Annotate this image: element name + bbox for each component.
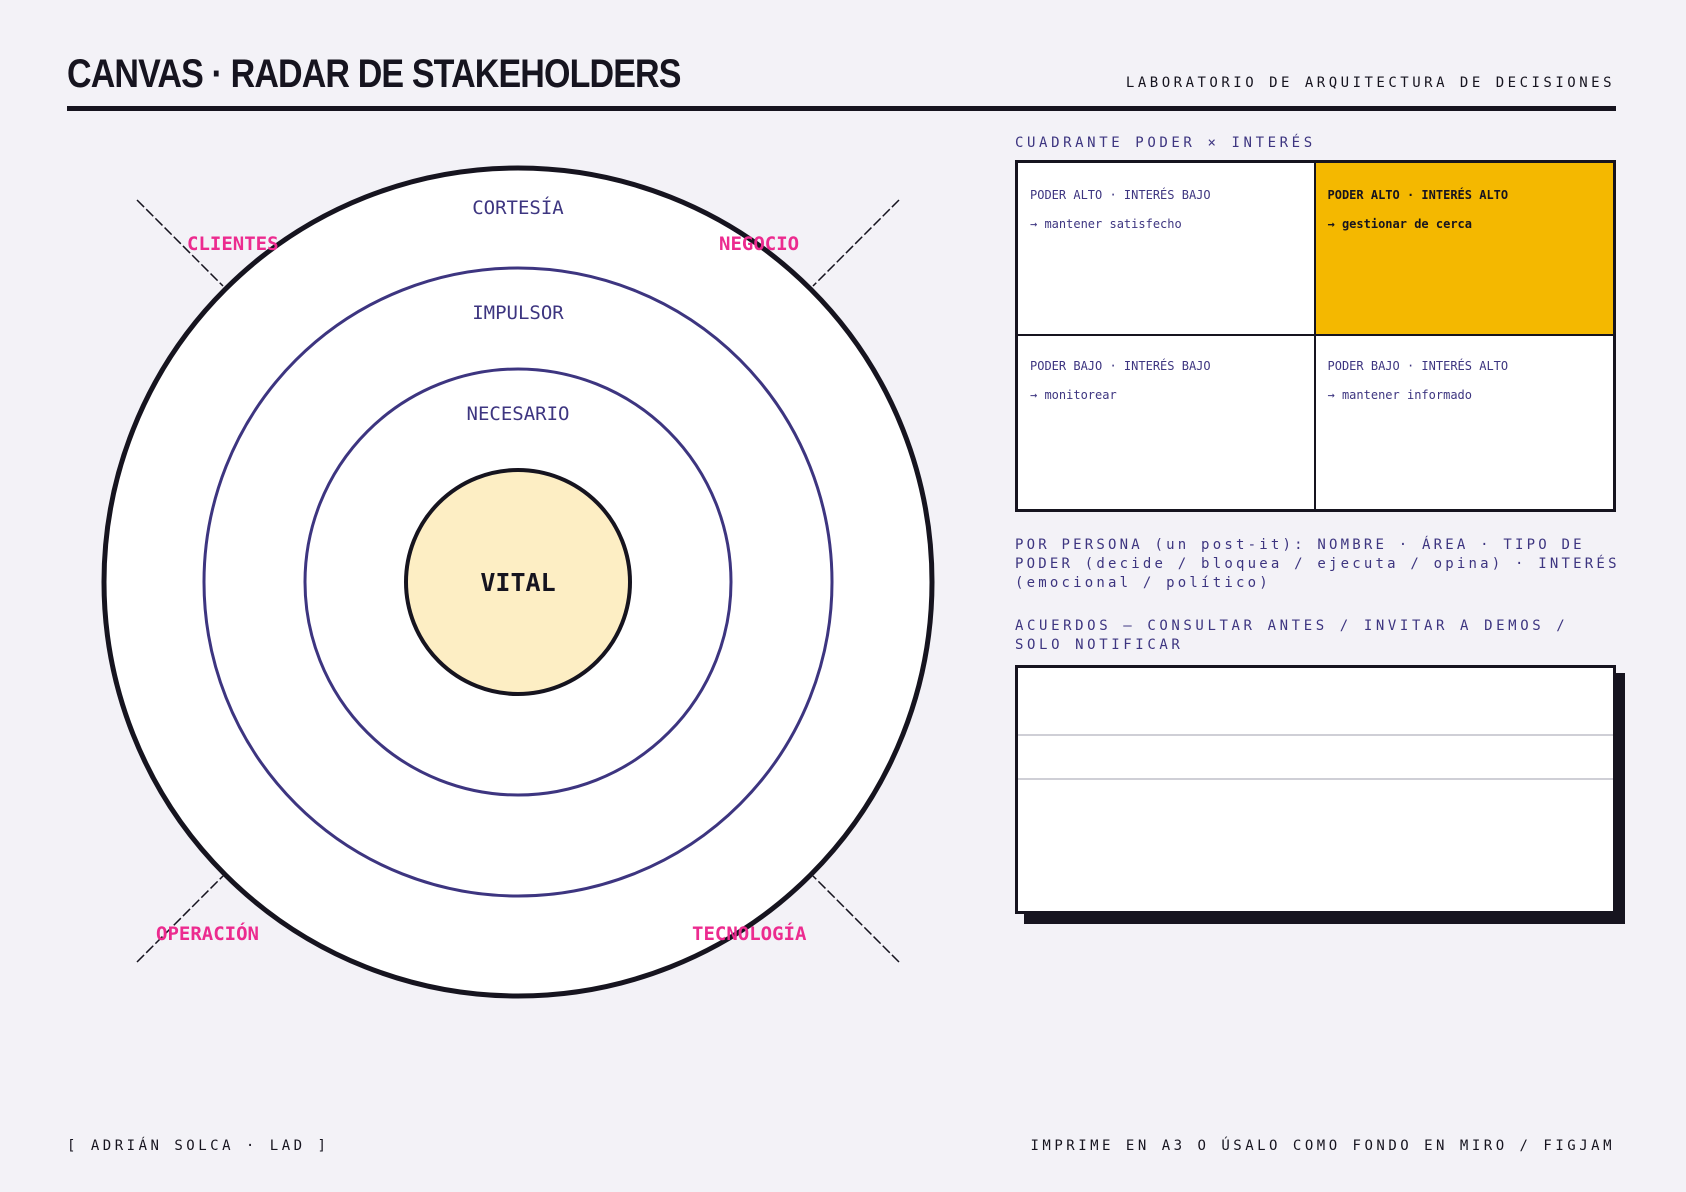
sector-divider-top-right <box>812 199 900 287</box>
stakeholder-radar: CORTESÍA IMPULSOR NECESARIO VITAL CLIENT… <box>101 165 935 999</box>
quadrant-heading: PODER ALTO · INTERÉS ALTO <box>1327 188 1509 202</box>
quadrant-action: → mantener informado <box>1327 388 1473 402</box>
quadrant-heading: PODER ALTO · INTERÉS BAJO <box>1030 188 1211 202</box>
sector-label-negocio: NEGOCIO <box>719 233 799 255</box>
page-subtitle: LABORATORIO DE ARQUITECTURA DE DECISIONE… <box>1125 75 1615 91</box>
sector-divider-bottom-left <box>136 875 224 963</box>
ring-label-necesario: NECESARIO <box>467 403 570 425</box>
ring-label-vital: VITAL <box>480 568 555 597</box>
persona-instructions: POR PERSONA (un post-it): NOMBRE · ÁREA … <box>1015 537 1620 591</box>
quadrant-high-power-low-interest: PODER ALTO · INTERÉS BAJO → mantener sat… <box>1018 163 1316 336</box>
footer-print-note: IMPRIME EN A3 O ÚSALO COMO FONDO EN MIRO… <box>1030 1138 1615 1154</box>
quadrant-title: CUADRANTE PODER × INTERÉS <box>1015 135 1316 151</box>
footer-author: [ ADRIÁN SOLCA · LAD ] <box>67 1138 330 1154</box>
ring-label-impulsor: IMPULSOR <box>472 302 564 324</box>
sector-label-tecnologia: TECNOLOGÍA <box>692 922 807 945</box>
quadrant-action: → mantener satisfecho <box>1030 217 1182 231</box>
sector-divider-bottom-right <box>812 875 900 963</box>
quadrant-action: → gestionar de cerca <box>1327 217 1473 231</box>
quadrant-high-power-high-interest: PODER ALTO · INTERÉS ALTO → gestionar de… <box>1315 163 1613 336</box>
sector-label-operacion: OPERACIÓN <box>156 921 259 945</box>
quadrant-low-power-low-interest: PODER BAJO · INTERÉS BAJO → monitorear <box>1018 336 1316 509</box>
agreements-title: ACUERDOS — CONSULTAR ANTES / INVITAR A D… <box>1015 618 1569 653</box>
agreements-line <box>1018 778 1613 780</box>
quadrant-heading: PODER BAJO · INTERÉS BAJO <box>1030 359 1211 373</box>
quadrant-low-power-high-interest: PODER BAJO · INTERÉS ALTO → mantener inf… <box>1315 336 1613 509</box>
agreements-line <box>1018 734 1613 736</box>
ring-label-cortesia: CORTESÍA <box>472 196 564 219</box>
sector-label-clientes: CLIENTES <box>187 233 279 255</box>
quadrant-action: → monitorear <box>1030 388 1117 402</box>
agreements-box <box>1015 665 1616 914</box>
power-interest-grid: PODER ALTO · INTERÉS BAJO → mantener sat… <box>1015 160 1616 512</box>
quadrant-heading: PODER BAJO · INTERÉS ALTO <box>1327 359 1509 373</box>
